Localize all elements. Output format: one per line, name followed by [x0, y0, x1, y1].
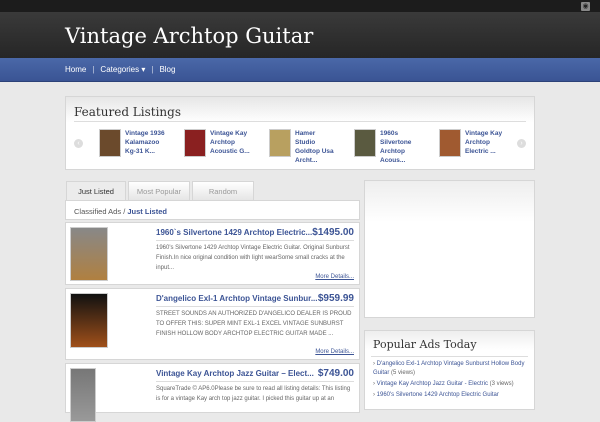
listing-title[interactable]: D'angelico Exl-1 Archtop Vintage Sunbur.… — [156, 294, 317, 303]
carousel-prev-icon[interactable]: ‹ — [74, 139, 83, 148]
listing-description: SquareTrade © AP6.0Please be sure to rea… — [156, 386, 351, 402]
chevron-down-icon[interactable]: ▾ — [141, 65, 145, 74]
divider — [74, 121, 526, 122]
featured-item[interactable]: Vintage Kay Archtop Acoustic G... — [184, 129, 252, 157]
listing-thumbnail[interactable] — [70, 227, 108, 281]
tab-just-listed[interactable]: Just Listed — [66, 181, 126, 201]
popular-ad-link[interactable]: 1960's Silvertone 1429 Archtop Electric … — [377, 392, 499, 398]
breadcrumb: Classified Ads / Just Listed — [65, 200, 360, 220]
divider — [156, 306, 354, 307]
listing-description: 1960's Silvertone 1429 Archtop Vintage E… — [156, 245, 350, 271]
site-title[interactable]: Vintage Archtop Guitar — [65, 24, 313, 48]
view-count: (5 views) — [391, 370, 416, 376]
nav-separator: | — [92, 65, 95, 74]
carousel-next-icon[interactable]: › — [517, 139, 526, 148]
more-details-link[interactable]: More Details... — [315, 349, 354, 355]
listing-price: $749.00 — [317, 368, 354, 379]
popular-ads-widget: Popular Ads Today › D'angelico Exl-1 Arc… — [364, 330, 535, 410]
listing-price: $1495.00 — [312, 227, 354, 238]
featured-item-title[interactable]: Vintage Kay Archtop Electric ... — [465, 129, 507, 157]
featured-thumbnail[interactable] — [269, 129, 291, 157]
featured-title: Featured Listings — [74, 105, 182, 119]
nav-categories[interactable]: Categories — [100, 65, 139, 74]
top-strip — [0, 0, 600, 12]
nav-home[interactable]: Home — [65, 65, 86, 74]
divider — [371, 356, 528, 357]
sidebar-ad-space — [364, 180, 535, 318]
featured-item-title[interactable]: Vintage 1936 Kalamazoo Kg-31 K... — [125, 129, 167, 157]
popular-ad-item: › 1960's Silvertone 1429 Archtop Electri… — [373, 392, 499, 398]
popular-ads-title: Popular Ads Today — [373, 338, 477, 351]
main-nav: Home | Categories ▾ | Blog — [0, 58, 600, 82]
popular-ad-item: › Vintage Kay Archtop Jazz Guitar - Elec… — [373, 381, 514, 387]
listing-item: Vintage Kay Archtop Jazz Guitar – Elect.… — [65, 363, 360, 422]
listing-thumbnail[interactable] — [70, 368, 96, 422]
featured-thumbnail[interactable] — [99, 129, 121, 157]
listing-description: STREET SOUNDS AN AUTHORIZED D'ANGELICO D… — [156, 311, 352, 337]
listing-thumbnail[interactable] — [70, 293, 108, 348]
popular-ad-link[interactable]: Vintage Kay Archtop Jazz Guitar - Electr… — [377, 381, 488, 387]
featured-item[interactable]: Hamer Studio Goldtop Usa Archt... — [269, 129, 337, 165]
featured-item[interactable]: Vintage Kay Archtop Electric ... — [439, 129, 507, 157]
featured-thumbnail[interactable] — [439, 129, 461, 157]
listing-price: $959.99 — [317, 293, 354, 304]
nav-blog[interactable]: Blog — [159, 65, 175, 74]
featured-thumbnail[interactable] — [184, 129, 206, 157]
breadcrumb-current: Just Listed — [127, 207, 167, 216]
featured-item-title[interactable]: 1960s Silvertone Archtop Acous... — [380, 129, 422, 165]
divider — [156, 381, 354, 382]
more-details-link[interactable]: More Details... — [315, 274, 354, 280]
listing-item: 1960`s Silvertone 1429 Archtop Electric.… — [65, 222, 360, 285]
view-count: (3 views) — [489, 381, 514, 387]
popular-ad-item: › D'angelico Exl-1 Archtop Vintage Sunbu… — [373, 361, 525, 376]
listing-title[interactable]: Vintage Kay Archtop Jazz Guitar – Elect.… — [156, 369, 314, 378]
featured-thumbnail[interactable] — [354, 129, 376, 157]
featured-item-title[interactable]: Vintage Kay Archtop Acoustic G... — [210, 129, 252, 157]
listing-title[interactable]: 1960`s Silvertone 1429 Archtop Electric.… — [156, 228, 312, 237]
breadcrumb-root[interactable]: Classified Ads / — [74, 207, 125, 216]
site-header: Vintage Archtop Guitar — [0, 12, 600, 58]
featured-item-title[interactable]: Hamer Studio Goldtop Usa Archt... — [295, 129, 337, 165]
listing-item: D'angelico Exl-1 Archtop Vintage Sunbur.… — [65, 288, 360, 360]
featured-item[interactable]: 1960s Silvertone Archtop Acous... — [354, 129, 422, 165]
tab-random[interactable]: Random — [192, 181, 254, 201]
divider — [156, 240, 354, 241]
rss-icon[interactable]: ◉ — [581, 2, 590, 11]
nav-separator: | — [151, 65, 154, 74]
listing-tabs: Just Listed Most Popular Random — [66, 181, 254, 201]
featured-item[interactable]: Vintage 1936 Kalamazoo Kg-31 K... — [99, 129, 167, 157]
tab-most-popular[interactable]: Most Popular — [128, 181, 190, 201]
featured-listings: Featured Listings ‹ › Vintage 1936 Kalam… — [65, 96, 535, 170]
